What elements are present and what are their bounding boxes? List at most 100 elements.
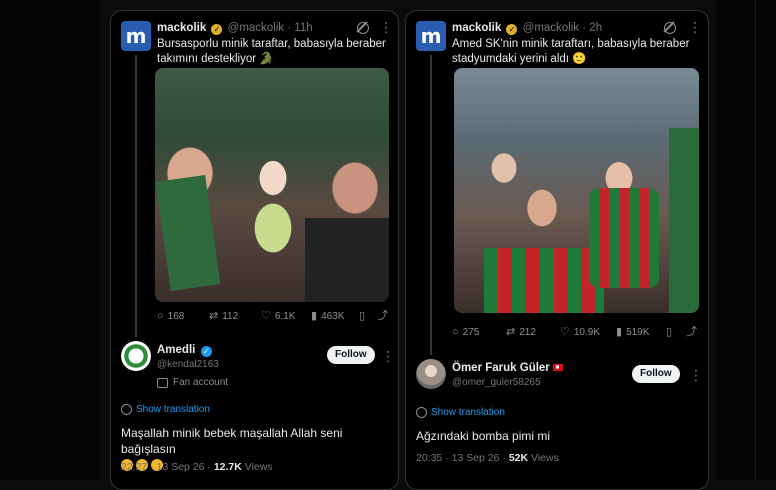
like-button[interactable]: ♡ 6.1K [261, 310, 296, 323]
more-options-icon[interactable]: ⋮ [689, 367, 703, 384]
author-handle[interactable]: @mackolik [523, 22, 579, 34]
mackolik-logo[interactable]: m [416, 21, 446, 51]
left-background [0, 0, 100, 480]
like-count: 10.9K [573, 327, 601, 338]
reply-text-content: Maşallah minik bebek maşallah Allah seni… [121, 426, 343, 456]
share-icon: ⤴ [377, 310, 388, 322]
follow-button[interactable]: Follow [632, 365, 680, 383]
views-icon: ▮ [311, 310, 318, 322]
post-card-bursaspor: m mackolik ✓ @mackolik · 11h ⋮ Bursaspor… [110, 10, 399, 490]
photo-scarf [155, 175, 221, 291]
mackolik-logo[interactable]: m [121, 21, 151, 51]
photo-shadow [305, 218, 389, 302]
reply-icon: ○ [157, 310, 164, 322]
reply-button[interactable]: ○ 275 [452, 326, 480, 339]
grok-icon[interactable] [664, 22, 676, 34]
reply-date[interactable]: 20:35 · 13 Sep 26 · [416, 452, 506, 464]
show-translation-link[interactable]: Show translation [121, 404, 210, 415]
repost-icon: ⇄ [209, 310, 219, 322]
fan-account-text: Fan account [173, 377, 229, 388]
author-name[interactable]: mackolik [452, 22, 501, 34]
post-text-line2: stadyumdaki yerini aldı 🙂 [452, 53, 587, 65]
repost-count: 112 [222, 311, 239, 322]
bookmark-button[interactable]: ▯ [359, 311, 365, 322]
post-photo[interactable] [454, 68, 699, 313]
globe-icon [416, 407, 427, 418]
like-count: 6.1K [274, 311, 296, 322]
more-options-icon[interactable]: ⋮ [379, 19, 393, 36]
photo-jersey [484, 248, 604, 313]
thread-line [135, 55, 137, 337]
reply-count: 168 [167, 311, 185, 322]
repost-count: 212 [519, 327, 536, 338]
right-divider [755, 0, 756, 480]
show-translation-link[interactable]: Show translation [416, 407, 505, 418]
photo-scarf [669, 128, 699, 313]
post-header: mackolik ✓ @mackolik · 2h [452, 22, 602, 35]
reply-text: Ağzındaki bomba pimi mi [416, 428, 550, 444]
post-time[interactable]: 11h [294, 22, 312, 34]
reply-author[interactable]: Amedli ✓ [157, 344, 214, 357]
share-icon: ⤴ [686, 326, 697, 338]
reply-count: 275 [462, 327, 480, 338]
post-time[interactable]: 2h [589, 22, 602, 34]
share-button[interactable]: ⤴ [377, 311, 388, 322]
reply-views-count: 52K [508, 452, 529, 464]
show-translation-text[interactable]: Show translation [136, 404, 210, 415]
verified-gold-icon: ✓ [211, 24, 223, 35]
reply-author-name[interactable]: Amedli [157, 344, 195, 356]
grok-icon[interactable] [357, 22, 369, 34]
avatar[interactable] [416, 359, 446, 389]
repost-icon: ⇄ [506, 326, 516, 338]
fan-account-icon [157, 377, 168, 388]
reply-author[interactable]: Ömer Faruk Güler [452, 362, 563, 374]
more-options-icon[interactable]: ⋮ [688, 19, 702, 36]
author-name[interactable]: mackolik [157, 22, 206, 34]
post-text: Amed SK'nin minik taraftarı, babasıyla b… [452, 37, 689, 67]
reply-handle[interactable]: @omer_guler58265 [452, 377, 541, 388]
reply-meta: 22:27 · 13 Sep 26 · 12.7K Views [121, 461, 273, 473]
post-separator: · [582, 22, 587, 34]
post-text-line1: Bursasporlu minik taraftar, babasıyla be… [157, 38, 386, 50]
more-options-icon[interactable]: ⋮ [381, 348, 395, 365]
globe-icon [121, 404, 132, 415]
follow-button[interactable]: Follow [327, 346, 375, 364]
like-button[interactable]: ♡ 10.9K [560, 326, 601, 339]
post-card-amed: m mackolik ✓ @mackolik · 2h ⋮ Amed SK'ni… [405, 10, 709, 490]
heart-icon: ♡ [261, 310, 271, 322]
reply-views-count: 12.7K [213, 461, 242, 473]
fan-account-label: Fan account [157, 377, 228, 388]
avatar[interactable] [121, 341, 151, 371]
bookmark-button[interactable]: ▯ [666, 327, 672, 338]
views-count: 519K [626, 327, 650, 338]
heart-icon: ♡ [560, 326, 570, 338]
reply-button[interactable]: ○ 168 [157, 310, 185, 323]
turkey-flag-icon [552, 364, 563, 371]
verified-blue-icon: ✓ [200, 346, 212, 357]
reply-text-content: Ağzındaki bomba pimi mi [416, 429, 551, 443]
repost-button[interactable]: ⇄ 112 [209, 310, 239, 323]
post-header: mackolik ✓ @mackolik · 11h [157, 22, 313, 35]
post-separator: · [287, 22, 292, 34]
show-translation-text[interactable]: Show translation [431, 407, 505, 418]
post-text: Bursasporlu minik taraftar, babasıyla be… [157, 37, 386, 67]
views-count: 463K [321, 311, 345, 322]
views-button[interactable]: ▮ 463K [311, 310, 345, 323]
verified-gold-icon: ✓ [506, 24, 518, 35]
photo-child-jersey [589, 188, 659, 288]
views-button[interactable]: ▮ 519K [616, 326, 650, 339]
post-photo[interactable] [155, 68, 389, 302]
post-text-line1: Amed SK'nin minik taraftarı, babasıyla b… [452, 38, 690, 50]
share-button[interactable]: ⤴ [686, 327, 697, 338]
reply-handle[interactable]: @kendal2163 [157, 359, 219, 370]
repost-button[interactable]: ⇄ 212 [506, 326, 536, 339]
reply-author-name[interactable]: Ömer Faruk Güler [452, 362, 550, 374]
views-icon: ▮ [616, 326, 623, 338]
reply-date[interactable]: 22:27 · 13 Sep 26 · [121, 461, 211, 473]
post-text-line2: takımını destekliyor 🐊 [157, 53, 274, 65]
bookmark-icon: ▯ [359, 310, 366, 322]
reply-icon: ○ [452, 326, 459, 338]
thread-line [430, 55, 432, 355]
right-background [716, 0, 776, 480]
author-handle[interactable]: @mackolik [228, 22, 284, 34]
